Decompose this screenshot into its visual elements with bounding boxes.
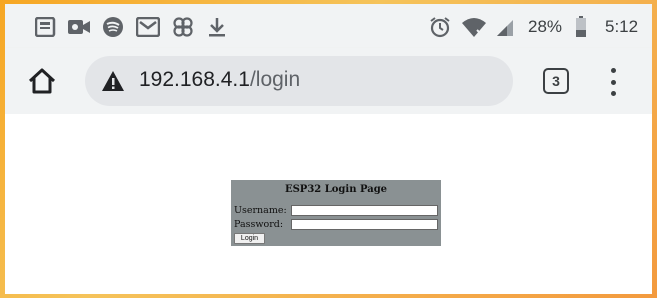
username-label: Username: [234,205,287,216]
browser-toolbar: 192.168.4.1/login 3 [5,48,652,114]
password-input[interactable] [291,219,438,230]
password-label: Password: [234,219,284,230]
more-menu-button[interactable] [605,68,621,96]
more-vert-icon-dot [610,79,616,85]
address-bar[interactable]: 192.168.4.1/login [85,56,513,106]
url-host: 192.168.4.1 [139,68,250,91]
url-text[interactable]: 192.168.4.1/login [139,68,300,92]
not-secure-warning-icon[interactable] [101,70,125,92]
login-title: ESP32 Login Page [284,184,388,195]
battery-percent: 28% [528,17,563,36]
battery-icon [575,16,587,38]
home-icon [28,68,56,94]
tab-switcher-button[interactable]: 3 [543,68,569,94]
spotify-icon [102,16,124,38]
clock: 5:12 [605,17,639,36]
pinwheel-icon [172,16,194,38]
phone-screen: 28% 5:12 192.168.4.1/login 3 ESP32 Login… [5,4,652,294]
home-button[interactable] [25,64,59,98]
news-icon [35,16,57,38]
more-vert-icon-dot [610,91,616,96]
login-form: ESP32 Login Page Username: Password: Log… [231,180,441,246]
signal-icon [495,16,515,38]
download-icon [206,16,228,38]
photo-frame: 28% 5:12 192.168.4.1/login 3 ESP32 Login… [0,0,657,298]
more-vert-icon-dot [610,68,616,73]
url-path: /login [249,68,301,91]
status-bar: 28% 5:12 [5,4,652,48]
gmail-icon [136,16,160,38]
alarm-icon [429,16,451,38]
web-page: ESP32 Login Page Username: Password: Log… [5,114,652,294]
username-input[interactable] [291,205,438,216]
video-call-icon [67,16,91,38]
login-button[interactable]: Login [234,233,265,244]
wifi-icon [461,16,487,38]
